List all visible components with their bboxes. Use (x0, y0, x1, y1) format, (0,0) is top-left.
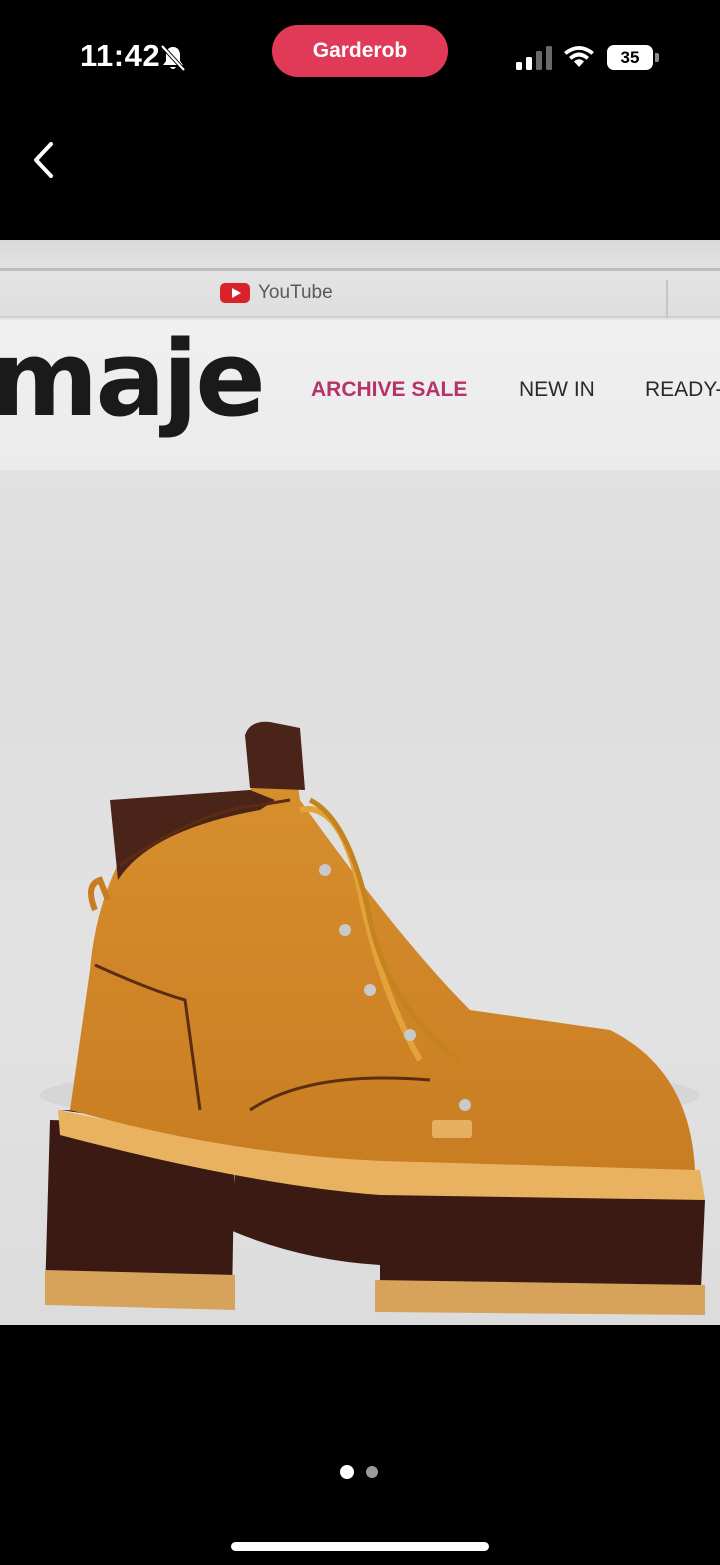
browser-bookmarks-bar: YouTube (0, 240, 720, 318)
battery-level: 35 (607, 45, 653, 70)
chevron-left-icon (34, 142, 53, 178)
browser-divider (0, 268, 720, 271)
site-header: maje ARCHIVE SALE NEW IN READY-T (0, 318, 720, 470)
nav-archive-sale: ARCHIVE SALE (311, 378, 468, 401)
status-bar: 11:42 Garderob 35 (0, 0, 720, 110)
back-button[interactable] (22, 138, 66, 182)
youtube-bookmark-label: YouTube (258, 282, 333, 303)
brand-logo: maje (0, 318, 266, 440)
bell-off-icon (160, 44, 186, 72)
boot-illustration (40, 721, 705, 1315)
nav-ready-to-wear: READY-T (645, 378, 720, 401)
page-dot-active[interactable] (340, 1465, 354, 1479)
cellular-signal-icon (516, 46, 552, 70)
listing-photo[interactable]: YouTube maje ARCHIVE SALE NEW IN READY-T (0, 240, 720, 1325)
home-indicator[interactable] (231, 1542, 489, 1551)
app-pill[interactable]: Garderob (272, 25, 448, 77)
page-dot[interactable] (366, 1466, 378, 1478)
clock: 11:42 (80, 38, 161, 73)
battery-cap (655, 53, 659, 62)
youtube-bookmark: YouTube (220, 282, 333, 304)
youtube-icon (220, 283, 250, 303)
tab-divider (666, 280, 668, 318)
nav-new-in: NEW IN (519, 378, 595, 401)
wifi-icon (564, 46, 594, 67)
photo-pagination[interactable] (340, 1465, 378, 1479)
battery-indicator: 35 (607, 45, 659, 70)
